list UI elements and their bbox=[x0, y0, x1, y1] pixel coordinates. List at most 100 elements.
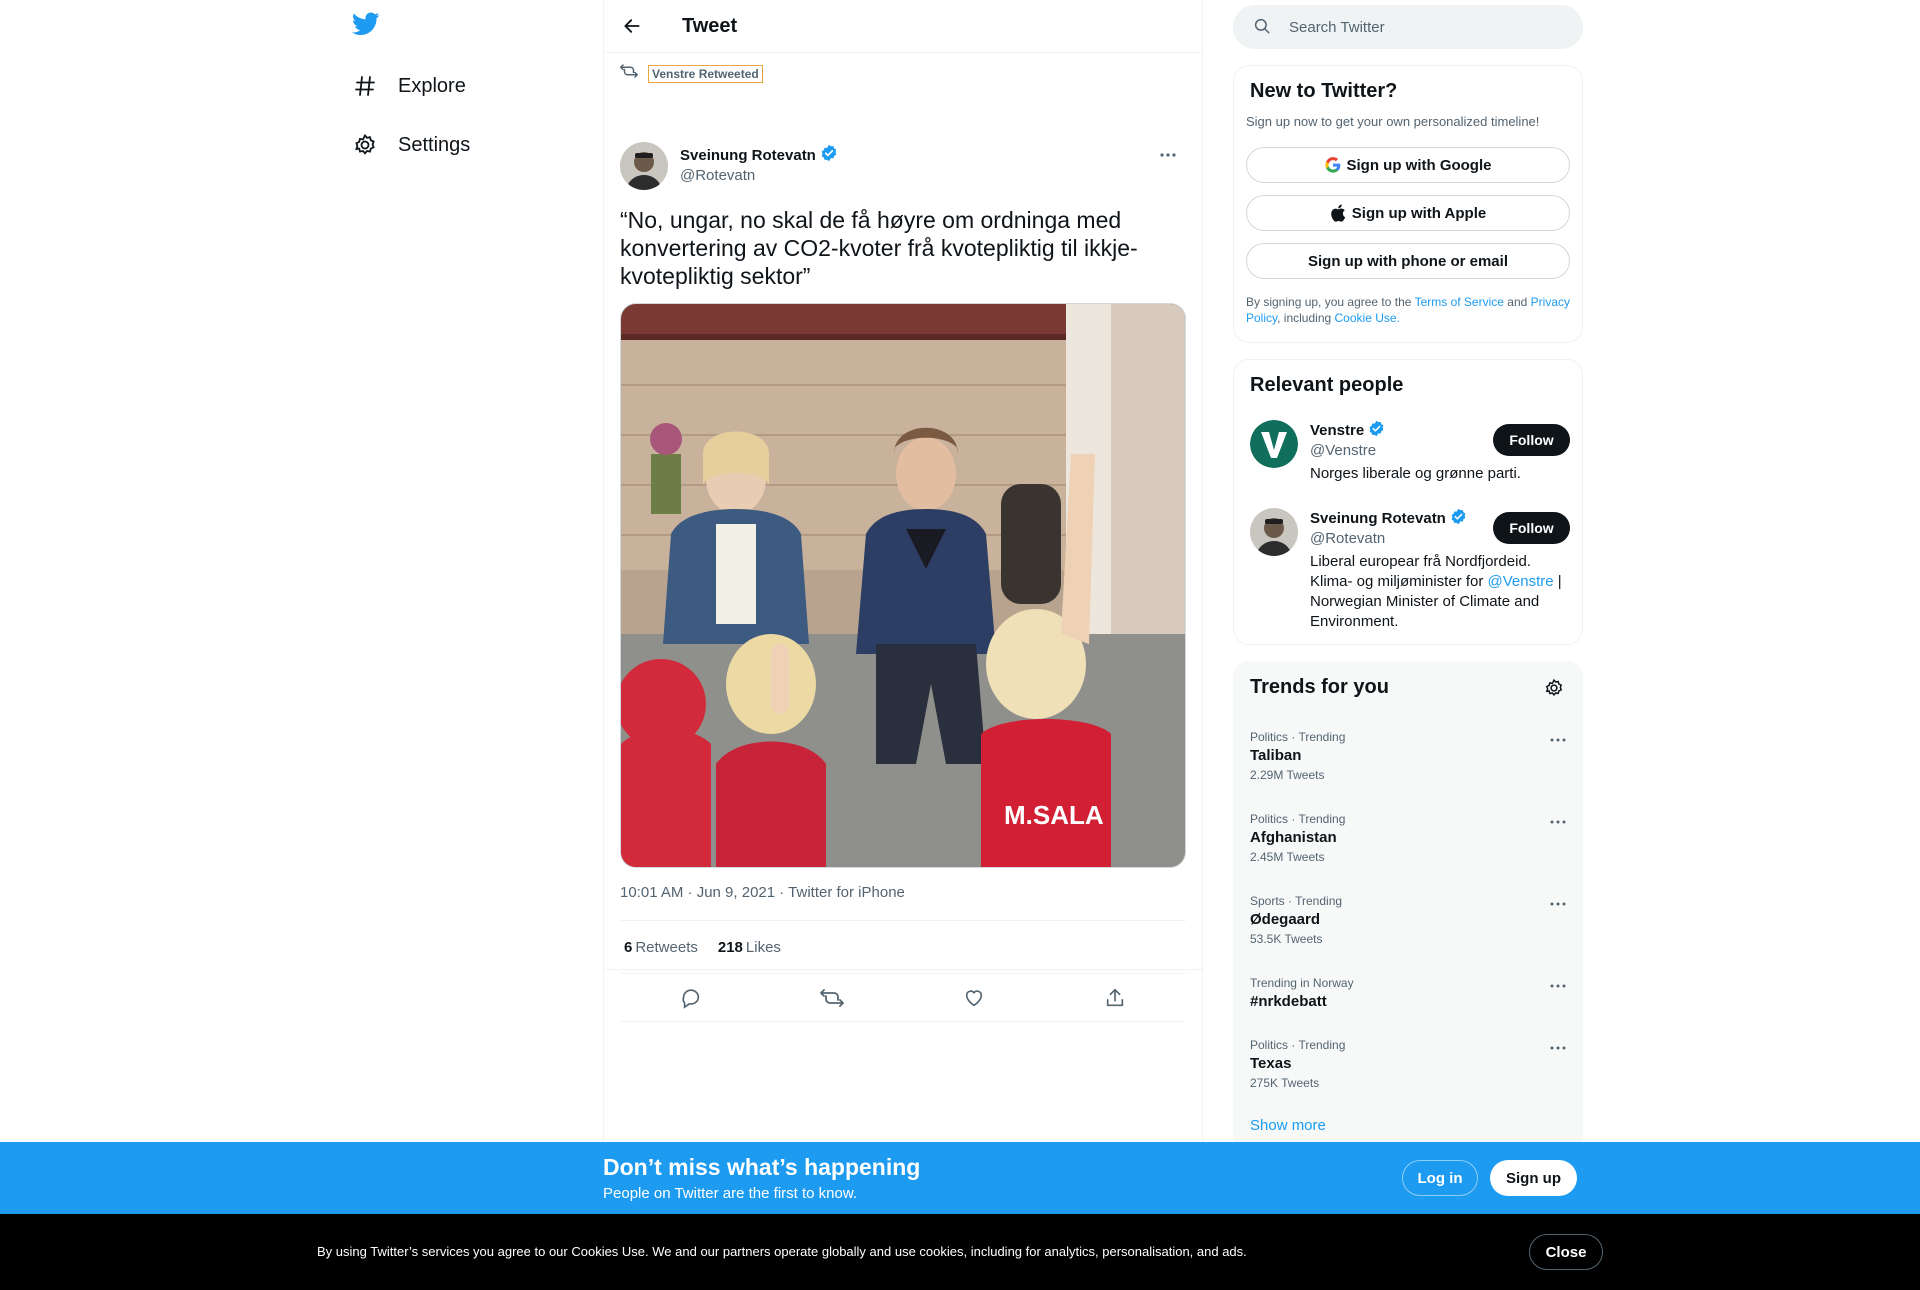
card-title: Relevant people bbox=[1250, 374, 1404, 396]
close-button[interactable]: Close bbox=[1529, 1234, 1603, 1270]
trend-more-button[interactable] bbox=[1546, 812, 1570, 832]
twitter-logo-icon[interactable] bbox=[351, 12, 382, 42]
trend-name: Ødegaard bbox=[1250, 911, 1321, 928]
trend-count: 275K Tweets bbox=[1250, 1076, 1320, 1090]
legal-text: and bbox=[1507, 295, 1528, 309]
tweet-author: Sveinung Rotevatn @Rotevatn bbox=[620, 142, 838, 190]
search-icon bbox=[1253, 17, 1273, 37]
more-options-button[interactable] bbox=[1150, 145, 1186, 165]
back-button[interactable] bbox=[614, 8, 650, 44]
more-icon bbox=[1160, 153, 1176, 157]
cookie-notice-text: By using Twitter’s services you agree to… bbox=[317, 1244, 1247, 1259]
trend-category: Sports · Trending bbox=[1250, 894, 1343, 908]
trend-more-button[interactable] bbox=[1546, 976, 1570, 996]
trend-item[interactable]: Trending in Norway #nrkdebatt bbox=[1250, 976, 1570, 1010]
trend-count: 2.45M Tweets bbox=[1250, 850, 1325, 864]
retweets-count-link[interactable]: 6 Retweets bbox=[624, 939, 698, 956]
trend-name: #nrkdebatt bbox=[1250, 993, 1327, 1010]
card-title: New to Twitter? bbox=[1250, 80, 1398, 102]
person-bio: Liberal europear frå Nordfjordeid. Klima… bbox=[1310, 552, 1570, 632]
page-title: Tweet bbox=[682, 14, 738, 37]
search-input[interactable] bbox=[1289, 18, 1559, 36]
retweet-icon bbox=[820, 988, 845, 1007]
avatar[interactable] bbox=[1250, 420, 1298, 468]
verified-badge-icon bbox=[1368, 420, 1385, 441]
follow-button[interactable]: Follow bbox=[1493, 512, 1570, 544]
more-icon bbox=[1550, 820, 1566, 824]
arrow-left-icon bbox=[624, 19, 640, 33]
likes-label: Likes bbox=[745, 938, 781, 956]
retweet-icon bbox=[620, 63, 638, 84]
follow-button[interactable]: Follow bbox=[1493, 424, 1570, 456]
trends-settings-button[interactable] bbox=[1542, 676, 1566, 700]
retweet-context: Venstre Retweeted bbox=[620, 63, 763, 84]
retweeted-by-link[interactable]: Venstre Retweeted bbox=[648, 64, 763, 83]
author-name[interactable]: Sveinung Rotevatn bbox=[680, 144, 838, 165]
trend-item[interactable]: Politics · Trending Afghanistan 2.45M Tw… bbox=[1250, 812, 1570, 864]
sign-up-google-button[interactable]: Sign up with Google bbox=[1246, 147, 1570, 183]
sign-up-google-label: Sign up with Google bbox=[1346, 156, 1492, 174]
sign-up-phone-email-button[interactable]: Sign up with phone or email bbox=[1246, 243, 1570, 279]
trend-item[interactable]: Politics · Trending Taliban 2.29M Tweets bbox=[1250, 730, 1570, 782]
tweet-header: Tweet bbox=[604, 0, 1202, 53]
likes-count-link[interactable]: 218 Likes bbox=[718, 939, 781, 956]
nav-item-label: Explore bbox=[398, 74, 466, 97]
trend-category: Politics · Trending bbox=[1250, 812, 1346, 826]
more-icon bbox=[1550, 902, 1566, 906]
new-to-twitter-card: New to Twitter? Sign up now to get your … bbox=[1233, 65, 1583, 343]
search-box[interactable] bbox=[1233, 5, 1583, 49]
trend-more-button[interactable] bbox=[1546, 894, 1570, 914]
more-icon bbox=[1550, 1046, 1566, 1050]
like-button[interactable] bbox=[956, 980, 992, 1016]
tweet-photo[interactable]: M.SALA bbox=[620, 303, 1186, 868]
author-handle[interactable]: @Rotevatn bbox=[680, 167, 838, 184]
show-more-link[interactable]: Show more bbox=[1250, 1117, 1326, 1134]
retweet-button[interactable] bbox=[814, 980, 850, 1016]
nav-item-explore[interactable]: Explore bbox=[352, 66, 466, 106]
more-icon bbox=[1550, 984, 1566, 988]
likes-count: 218 bbox=[717, 938, 743, 956]
trend-item[interactable]: Sports · Trending Ødegaard 53.5K Tweets bbox=[1250, 894, 1570, 946]
tweet-text: “No, ungar, no skal de få høyre om ordni… bbox=[620, 207, 1138, 289]
banner-title: Don’t miss what’s happening bbox=[603, 1154, 921, 1180]
sign-up-button[interactable]: Sign up bbox=[1490, 1160, 1577, 1196]
avatar[interactable] bbox=[620, 142, 668, 190]
reply-button[interactable] bbox=[673, 980, 709, 1016]
person-name[interactable]: Venstre bbox=[1310, 420, 1385, 440]
trend-more-button[interactable] bbox=[1546, 1038, 1570, 1058]
log-in-button[interactable]: Log in bbox=[1402, 1160, 1478, 1196]
mention-link[interactable]: @Venstre bbox=[1488, 573, 1554, 590]
person-name[interactable]: Sveinung Rotevatn bbox=[1310, 508, 1467, 528]
apple-icon bbox=[1330, 204, 1346, 222]
cookie-banner: By using Twitter’s services you agree to… bbox=[0, 1214, 1920, 1290]
trend-item[interactable]: Politics · Trending Texas 275K Tweets bbox=[1250, 1038, 1570, 1090]
nav-item-settings[interactable]: Settings bbox=[352, 125, 470, 165]
verified-badge-icon bbox=[1450, 508, 1467, 529]
tweet-timestamp[interactable]: 10:01 AM · Jun 9, 2021 · Twitter for iPh… bbox=[620, 884, 905, 901]
share-button[interactable] bbox=[1097, 980, 1133, 1016]
legal-text: , including bbox=[1277, 311, 1332, 325]
sign-up-apple-button[interactable]: Sign up with Apple bbox=[1246, 195, 1570, 231]
tweet-stats: 6 Retweets 218 Likes bbox=[620, 920, 1186, 974]
gear-icon bbox=[352, 132, 378, 158]
trend-more-button[interactable] bbox=[1546, 730, 1570, 750]
nav-item-label: Settings bbox=[398, 133, 471, 156]
trend-category: Politics · Trending bbox=[1250, 730, 1346, 744]
relevant-people-card: Relevant people Venstre @Venstre Norges … bbox=[1233, 359, 1583, 645]
avatar[interactable] bbox=[1250, 508, 1298, 556]
terms-of-service-link[interactable]: Terms of Service bbox=[1415, 295, 1504, 309]
divider bbox=[604, 969, 1204, 970]
tweet-actions bbox=[620, 974, 1186, 1022]
main-column: Tweet Venstre Retweeted Sveinung Rotevat… bbox=[603, 0, 1204, 1290]
share-icon bbox=[1107, 988, 1124, 1006]
trends-card: Trends for you Politics · Trending Talib… bbox=[1233, 661, 1583, 1161]
cookie-use-link[interactable]: Cookie Use. bbox=[1335, 311, 1400, 325]
trend-category: Politics · Trending bbox=[1250, 1038, 1346, 1052]
google-icon bbox=[1324, 157, 1341, 173]
sign-up-apple-label: Sign up with Apple bbox=[1351, 204, 1487, 222]
trend-name: Taliban bbox=[1250, 747, 1302, 764]
person-handle: @Venstre bbox=[1310, 442, 1377, 459]
author-name-text: Sveinung Rotevatn bbox=[680, 146, 816, 164]
person-name-text: Venstre bbox=[1310, 421, 1365, 439]
person-bio: Norges liberale og grønne parti. bbox=[1310, 465, 1521, 482]
